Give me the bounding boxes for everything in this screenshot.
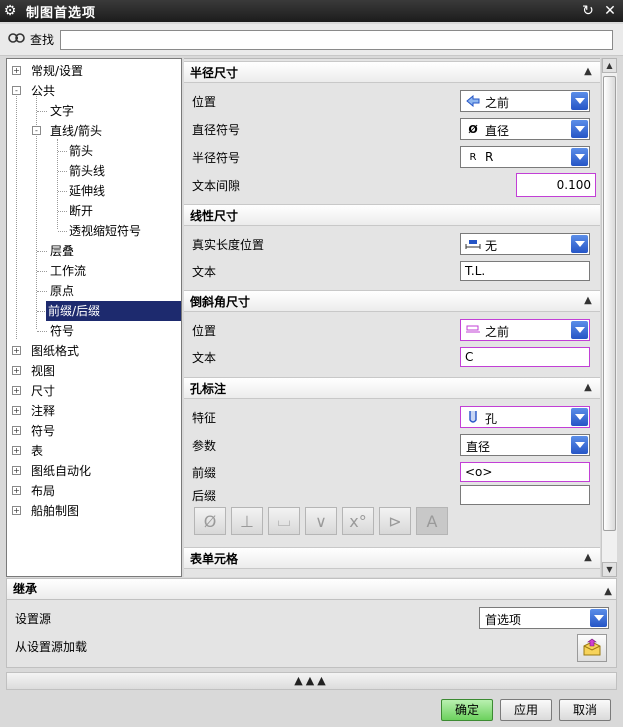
- radius-symbol-row: 半径符号 R R: [184, 144, 600, 170]
- property-panel: 半径尺寸 ▲ 位置 之前 直径符号 Ø 直径 半径符号 R R 文本间隙 0.1…: [184, 58, 600, 577]
- diameter-icon: Ø: [468, 122, 478, 136]
- chamfer-text-input[interactable]: C: [460, 347, 590, 367]
- diameter-symbol-select[interactable]: Ø 直径: [460, 118, 590, 140]
- settings-source-select[interactable]: 首选项: [479, 607, 609, 629]
- expand-icon[interactable]: +: [12, 506, 21, 515]
- expand-icon[interactable]: +: [12, 426, 21, 435]
- search-input[interactable]: [60, 29, 614, 50]
- expand-icon[interactable]: +: [12, 346, 21, 355]
- expand-icon[interactable]: +: [12, 486, 21, 495]
- apply-button[interactable]: 应用: [500, 699, 552, 721]
- countersink-symbol-button[interactable]: ∨: [305, 507, 337, 535]
- hole-feature-select[interactable]: 孔: [460, 406, 590, 428]
- hole-feature-row: 特征 孔: [184, 404, 600, 430]
- gear-icon[interactable]: ⚙: [0, 3, 20, 19]
- inherit-body: 设置源 首选项 从设置源加载: [6, 600, 617, 668]
- hole-param-row: 参数 直径: [184, 432, 600, 458]
- taper-symbol-button[interactable]: ⊳: [379, 507, 411, 535]
- chamfer-before-icon: [465, 323, 481, 337]
- panel-scrollbar[interactable]: ▲ ▼: [601, 58, 617, 577]
- dropdown-arrow-icon[interactable]: [571, 120, 588, 138]
- text-gap-row: 文本间隙 0.100: [184, 172, 600, 198]
- true-length-select[interactable]: 无: [460, 233, 590, 255]
- chevron-up-icon[interactable]: ▲: [580, 294, 596, 308]
- chevron-up-icon[interactable]: ▲: [580, 65, 596, 79]
- expand-icon[interactable]: +: [12, 446, 21, 455]
- chevron-up-icon[interactable]: ▲▲▲: [294, 674, 328, 687]
- expand-icon[interactable]: +: [12, 366, 21, 375]
- dropdown-arrow-icon[interactable]: [571, 148, 588, 166]
- symbol-button-row: Ø ⊥ ⌴ ∨ x° ⊳ A: [184, 507, 600, 539]
- chevron-up-icon[interactable]: ▲: [604, 582, 612, 602]
- chamfer-text-row: 文本 C: [184, 344, 600, 370]
- section-linear-dimension[interactable]: 线性尺寸: [184, 204, 600, 226]
- arrow-left-icon: [465, 94, 481, 108]
- depth-symbol-button[interactable]: ⊥: [231, 507, 263, 535]
- dropdown-arrow-icon[interactable]: [571, 235, 588, 253]
- hole-suffix-input[interactable]: [460, 485, 590, 505]
- counterbore-symbol-button[interactable]: ⌴: [268, 507, 300, 535]
- diameter-symbol-row: 直径符号 Ø 直径: [184, 116, 600, 142]
- linear-text-row: 文本 T.L.: [184, 258, 600, 284]
- cancel-button[interactable]: 取消: [559, 699, 611, 721]
- section-table-cell[interactable]: 表单元格 ▲: [184, 547, 600, 569]
- scroll-thumb[interactable]: [603, 76, 616, 531]
- chevron-up-icon[interactable]: ▲: [580, 551, 596, 565]
- expand-icon[interactable]: +: [12, 466, 21, 475]
- settings-source-label: 设置源: [15, 612, 52, 626]
- search-label: 查找: [30, 33, 55, 47]
- collapse-icon[interactable]: -: [12, 86, 21, 95]
- category-tree: + 常规/设置 - 公共 文字 - 直线/箭头 箭头 箭头线 延伸线 断开 透视…: [6, 58, 182, 577]
- load-from-source-button[interactable]: [577, 634, 607, 662]
- linear-text-input[interactable]: T.L.: [460, 261, 590, 281]
- diameter-symbol-button[interactable]: Ø: [194, 507, 226, 535]
- collapse-icon[interactable]: -: [32, 126, 41, 135]
- text-symbol-button[interactable]: A: [416, 507, 448, 535]
- radius-position-row: 位置 之前: [184, 88, 600, 114]
- ok-button[interactable]: 确定: [441, 699, 493, 721]
- dropdown-arrow-icon[interactable]: [590, 609, 607, 627]
- dialog-button-bar: 确定 应用 取消: [0, 692, 623, 727]
- dropdown-arrow-icon[interactable]: [571, 408, 588, 426]
- chevron-up-icon[interactable]: ▲: [580, 381, 596, 395]
- window-title: 制图首选项: [26, 5, 97, 21]
- text-gap-input[interactable]: 0.100: [516, 173, 596, 197]
- search-icon: [6, 31, 28, 49]
- scroll-up-icon[interactable]: ▲: [602, 58, 617, 73]
- dropdown-arrow-icon[interactable]: [571, 436, 588, 454]
- expand-icon[interactable]: +: [12, 66, 21, 75]
- section-chamfer-dimension[interactable]: 倒斜角尺寸 ▲: [184, 290, 600, 312]
- chamfer-position-select[interactable]: 之前: [460, 319, 590, 341]
- hole-prefix-input[interactable]: <o>: [460, 462, 590, 482]
- section-inherit[interactable]: 继承 ▲: [6, 578, 617, 600]
- load-from-source-label: 从设置源加载: [15, 640, 88, 654]
- true-length-row: 真实长度位置 无: [184, 231, 600, 257]
- load-settings-icon: [583, 638, 601, 656]
- expand-icon[interactable]: +: [12, 406, 21, 415]
- reset-icon[interactable]: ↻: [579, 2, 597, 20]
- close-icon[interactable]: ✕: [601, 2, 619, 20]
- hole-icon: [465, 410, 481, 424]
- true-length-icon: [465, 237, 481, 251]
- dropdown-arrow-icon[interactable]: [571, 92, 588, 110]
- chamfer-position-row: 位置 之前: [184, 317, 600, 343]
- collapse-bar[interactable]: ▲▲▲: [6, 672, 617, 690]
- section-hole-callout[interactable]: 孔标注 ▲: [184, 377, 600, 399]
- section-radius-dimension[interactable]: 半径尺寸 ▲: [184, 61, 600, 83]
- title-bar: ⚙ 制图首选项 ↻ ✕: [0, 0, 623, 22]
- radius-position-select[interactable]: 之前: [460, 90, 590, 112]
- scroll-down-icon[interactable]: ▼: [602, 562, 617, 577]
- degree-symbol-button[interactable]: x°: [342, 507, 374, 535]
- radius-icon: R: [469, 151, 477, 163]
- hole-param-select[interactable]: 直径: [460, 434, 590, 456]
- search-row: 查找: [0, 24, 623, 56]
- expand-icon[interactable]: +: [12, 386, 21, 395]
- radius-symbol-select[interactable]: R R: [460, 146, 590, 168]
- dropdown-arrow-icon[interactable]: [571, 321, 588, 339]
- hole-suffix-row: 后缀: [184, 482, 600, 508]
